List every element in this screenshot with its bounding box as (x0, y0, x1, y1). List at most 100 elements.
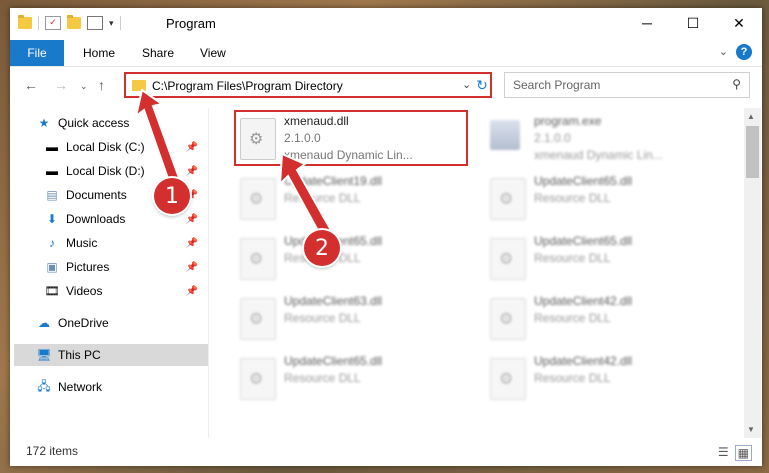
sidebar-item-label: Quick access (58, 116, 130, 130)
dll-file-icon (490, 238, 526, 280)
tab-home[interactable]: Home (83, 46, 115, 60)
drive-icon: ▬ (46, 140, 58, 154)
refresh-icon[interactable]: ↻ (472, 74, 492, 96)
step-badge-2: 2 (304, 230, 340, 266)
music-icon: ♪ (49, 236, 55, 250)
videos-icon: 🎞 (44, 284, 60, 298)
pane-divider[interactable] (208, 108, 209, 438)
pin-icon[interactable]: 📌 (186, 238, 198, 249)
file-tile[interactable]: UpdateClient65.dll Resource DLL (236, 350, 466, 406)
exe-file-icon (490, 120, 520, 150)
file-tile[interactable]: UpdateClient65.dll Resource DLL (236, 230, 466, 286)
file-tile[interactable]: UpdateClient65.dll Resource DLL (486, 170, 716, 226)
address-bar[interactable]: C:\Program Files\Program Directory ⌄ (124, 72, 492, 98)
pin-icon[interactable]: 📌 (186, 166, 198, 177)
scroll-down-icon[interactable]: ▼ (747, 425, 755, 434)
search-icon[interactable]: ⚲ (732, 77, 741, 91)
sidebar-item-label: Music (66, 236, 98, 250)
file-description: Resource DLL (284, 191, 361, 205)
file-tile[interactable]: UpdateClient42.dll Resource DLL (486, 290, 716, 346)
address-path: C:\Program Files\Program Directory (152, 79, 343, 93)
download-icon: ⬇ (46, 212, 58, 226)
dll-file-icon (490, 178, 526, 220)
file-tile[interactable]: UpdateClient42.dll Resource DLL (486, 350, 716, 406)
sidebar-item-label: Pictures (66, 260, 110, 274)
minimize-button[interactable]: ─ (624, 8, 670, 38)
sidebar-item-local-disk-c[interactable]: ▬ Local Disk (C:) 📌 (44, 136, 204, 158)
sidebar-item-music[interactable]: ♪ Music 📌 (44, 232, 204, 254)
close-button[interactable]: ✕ (716, 8, 762, 38)
file-name: UpdateClient19.dll (284, 174, 383, 188)
file-tile[interactable]: UpdateClient19.dll Resource DLL (236, 170, 466, 226)
file-name: UpdateClient65.dll (534, 174, 633, 188)
sidebar-item-label: Local Disk (D:) (66, 164, 145, 178)
dropdown-icon[interactable]: ▾ (109, 18, 114, 29)
help-icon[interactable]: ? (736, 44, 752, 60)
sidebar-item-network[interactable]: 🖧 Network (36, 376, 232, 398)
file-name: UpdateClient42.dll (534, 354, 633, 368)
customize-icon[interactable] (87, 16, 103, 30)
sidebar-item-label: Documents (66, 188, 127, 202)
tab-view[interactable]: View (200, 46, 226, 60)
details-view-icon[interactable]: ☰ (718, 445, 729, 461)
search-box[interactable]: Search Program ⚲ (504, 72, 750, 98)
separator (119, 16, 121, 30)
file-description: Resource DLL (534, 251, 611, 265)
search-placeholder: Search Program (513, 78, 601, 92)
dll-file-icon (490, 358, 526, 400)
sidebar-item-label: Local Disk (C:) (66, 140, 145, 154)
vertical-scrollbar[interactable]: ▲ ▼ (744, 108, 761, 438)
dll-file-icon (240, 238, 276, 280)
step-badge-1: 1 (154, 178, 190, 214)
cloud-icon: ☁ (38, 316, 50, 330)
file-tile[interactable]: UpdateClient65.dll Resource DLL (486, 230, 716, 286)
forward-arrow-icon[interactable]: → (54, 77, 68, 93)
file-version: 2.1.0.0 (534, 131, 571, 145)
pictures-icon: ▣ (46, 260, 58, 274)
sidebar-item-pictures[interactable]: ▣ Pictures 📌 (44, 256, 204, 278)
highlight-box (234, 110, 468, 166)
back-arrow-icon[interactable]: ← (24, 77, 38, 93)
pin-icon[interactable]: 📌 (186, 142, 198, 153)
navigation-pane: ★ Quick access ▬ Local Disk (C:) 📌 ▬ Loc… (10, 108, 208, 438)
sidebar-item-onedrive[interactable]: ☁ OneDrive (36, 312, 232, 334)
file-description: xmenaud Dynamic Lin... (534, 148, 663, 162)
recent-dropdown-icon[interactable]: ⌄ (80, 81, 88, 92)
pin-icon[interactable]: 📌 (186, 286, 198, 297)
file-name: UpdateClient65.dll (534, 234, 633, 248)
dll-file-icon (240, 178, 276, 220)
title-bar: ✓ ▾ Program ─ ☐ ✕ (10, 8, 762, 38)
sidebar-item-local-disk-d[interactable]: ▬ Local Disk (D:) 📌 (44, 160, 204, 182)
sidebar-item-videos[interactable]: 🎞 Videos 📌 (44, 280, 204, 302)
file-description: Resource DLL (284, 371, 361, 385)
file-description: Resource DLL (284, 311, 361, 325)
up-arrow-icon[interactable]: ↑ (98, 77, 105, 93)
expand-ribbon-icon[interactable]: ⌄ (719, 45, 728, 58)
sidebar-item-this-pc[interactable]: 🖥 This PC (14, 344, 208, 366)
tab-file[interactable]: File (10, 40, 64, 66)
pin-icon[interactable]: 📌 (186, 214, 198, 225)
file-tile-program-exe[interactable]: program.exe 2.1.0.0 xmenaud Dynamic Lin.… (486, 110, 716, 166)
status-item-count: 172 items (26, 444, 79, 458)
file-description: Resource DLL (534, 311, 611, 325)
file-name: UpdateClient42.dll (534, 294, 633, 308)
scroll-up-icon[interactable]: ▲ (747, 112, 755, 121)
chevron-down-icon[interactable]: ⌄ (462, 78, 471, 91)
scrollbar-thumb[interactable] (746, 126, 759, 178)
tab-share[interactable]: Share (142, 46, 174, 60)
pin-icon[interactable]: 📌 (186, 262, 198, 273)
file-name: UpdateClient65.dll (284, 354, 383, 368)
file-tile[interactable]: UpdateClient63.dll Resource DLL (236, 290, 466, 346)
sidebar-item-label: This PC (58, 348, 101, 362)
sidebar-item-label: OneDrive (58, 316, 109, 330)
tiles-view-icon[interactable]: ▦ (734, 445, 752, 461)
new-folder-icon[interactable] (67, 15, 81, 29)
file-description: Resource DLL (534, 371, 611, 385)
properties-icon[interactable]: ✓ (45, 16, 61, 30)
ribbon-tabs: File Home Share View ⌄ ? (10, 40, 762, 67)
maximize-button[interactable]: ☐ (670, 8, 716, 38)
view-toggle: ☰ ▦ (718, 445, 752, 461)
sidebar-item-quick-access[interactable]: ★ Quick access (36, 112, 232, 134)
computer-icon: 🖥 (36, 348, 52, 362)
window-title: Program (166, 16, 216, 31)
